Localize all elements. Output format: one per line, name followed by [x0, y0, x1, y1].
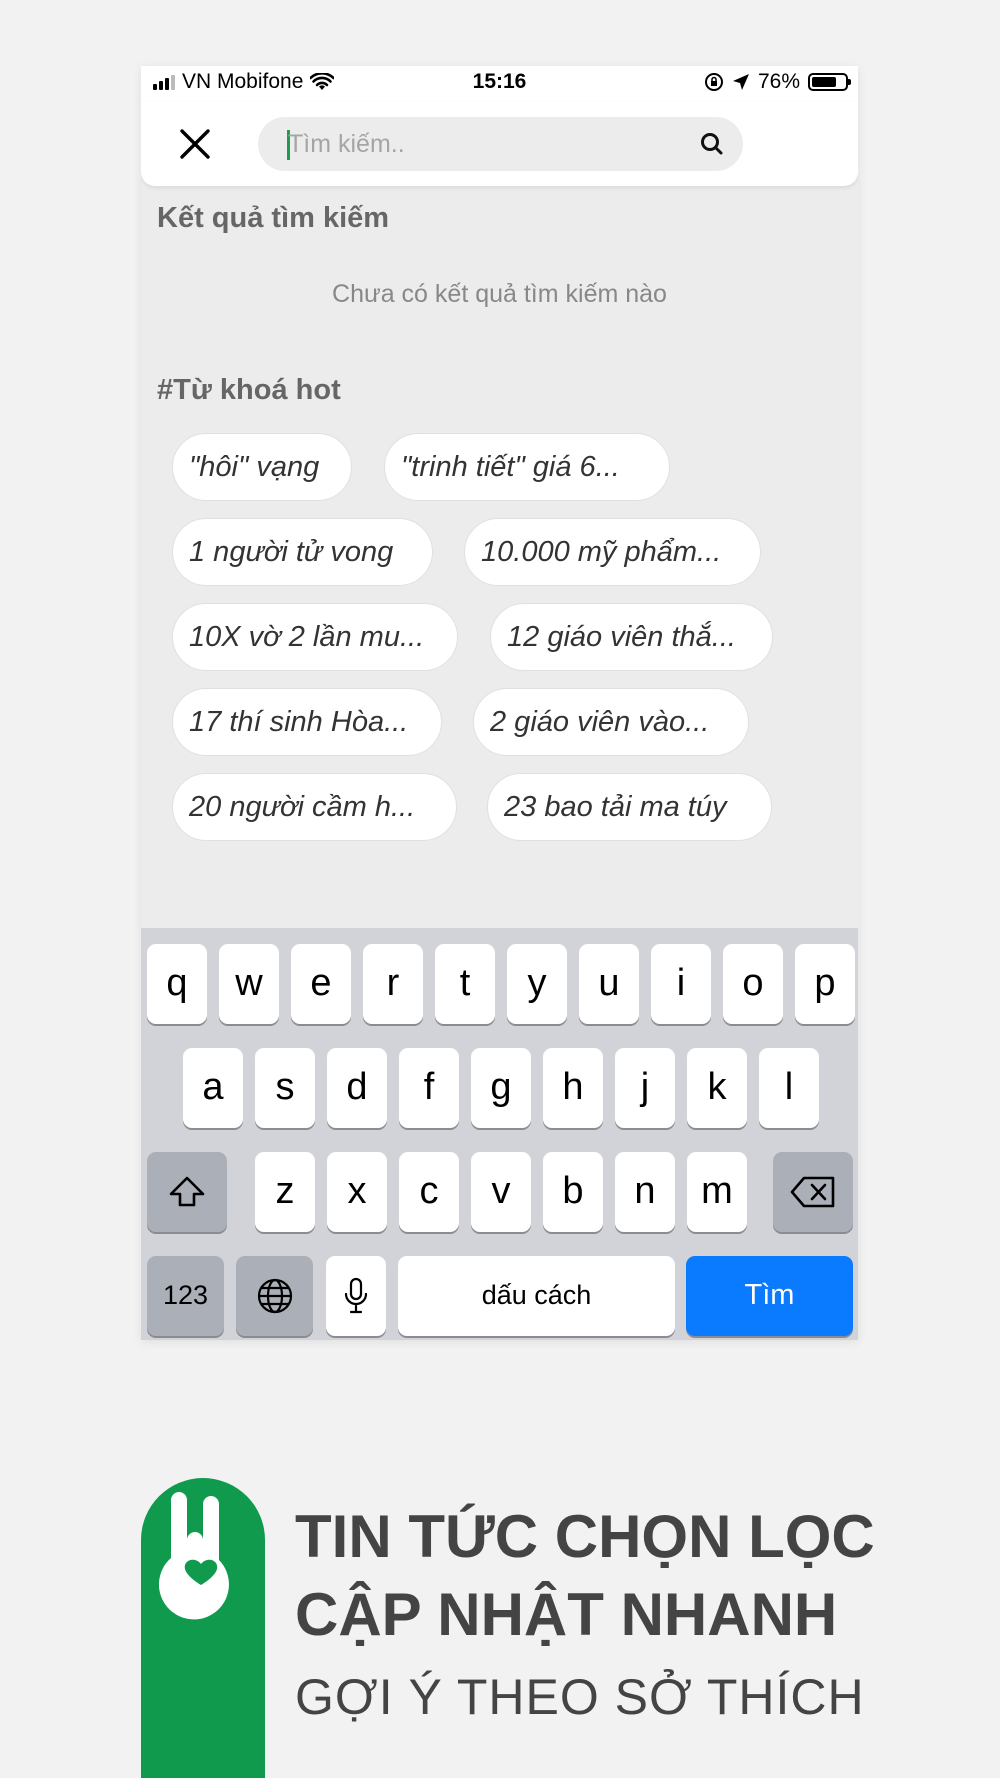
key-g[interactable]: g: [471, 1048, 531, 1128]
location-arrow-icon: [732, 74, 749, 90]
battery-icon: [808, 73, 851, 91]
keyword-chip[interactable]: 12 giáo viên thắ...: [490, 603, 773, 671]
search-go-key[interactable]: Tìm: [686, 1256, 853, 1336]
key-b[interactable]: b: [543, 1152, 603, 1232]
key-k[interactable]: k: [687, 1048, 747, 1128]
key-j[interactable]: j: [615, 1048, 675, 1128]
key-v[interactable]: v: [471, 1152, 531, 1232]
key-p[interactable]: p: [795, 944, 855, 1024]
key-q[interactable]: q: [147, 944, 207, 1024]
key-w[interactable]: w: [219, 944, 279, 1024]
keyword-chip[interactable]: "hôi" vạng: [172, 433, 352, 501]
space-key[interactable]: dấu cách: [398, 1256, 675, 1336]
backspace-key[interactable]: [773, 1152, 853, 1232]
microphone-key[interactable]: [326, 1256, 386, 1336]
close-button[interactable]: [171, 120, 219, 168]
key-m[interactable]: m: [687, 1152, 747, 1232]
key-a[interactable]: a: [183, 1048, 243, 1128]
keyword-chip[interactable]: 1 người tử vong: [172, 518, 433, 586]
search-bar: [258, 117, 743, 171]
key-f[interactable]: f: [399, 1048, 459, 1128]
on-screen-keyboard: q w e r t y u i o p a s d f g h j k l z …: [141, 928, 858, 1340]
results-title: Kết quả tìm kiếm: [157, 202, 390, 234]
key-e[interactable]: e: [291, 944, 351, 1024]
globe-key[interactable]: [236, 1256, 313, 1336]
keyword-chip[interactable]: 2 giáo viên vào...: [473, 688, 749, 756]
key-l[interactable]: l: [759, 1048, 819, 1128]
hot-keywords-title: #Từ khoá hot: [157, 374, 341, 406]
key-n[interactable]: n: [615, 1152, 675, 1232]
key-c[interactable]: c: [399, 1152, 459, 1232]
key-h[interactable]: h: [543, 1048, 603, 1128]
empty-results-text: Chưa có kết quả tìm kiếm nào: [332, 280, 667, 308]
key-z[interactable]: z: [255, 1152, 315, 1232]
tagline-line1: TIN TỨC CHỌN LỌC: [295, 1503, 875, 1570]
key-s[interactable]: s: [255, 1048, 315, 1128]
keyword-chip[interactable]: 23 bao tải ma túy: [487, 773, 772, 841]
search-icon[interactable]: [699, 131, 725, 157]
keyword-chip[interactable]: "trinh tiết" giá 6...: [384, 433, 670, 501]
shift-icon: [169, 1176, 205, 1207]
keyword-chip[interactable]: 10.000 mỹ phẩm...: [464, 518, 761, 586]
keyword-chip[interactable]: 20 người cầm h...: [172, 773, 457, 841]
battery-fill: [812, 77, 837, 87]
close-icon: [180, 129, 210, 159]
key-d[interactable]: d: [327, 1048, 387, 1128]
key-x[interactable]: x: [327, 1152, 387, 1232]
tagline-line2: CẬP NHẬT NHANH: [295, 1581, 838, 1648]
tagline-line3: GỢI Ý THEO SỞ THÍCH: [295, 1669, 865, 1725]
key-y[interactable]: y: [507, 944, 567, 1024]
microphone-icon: [344, 1277, 368, 1314]
status-bar: VN Mobifone 15:16 76%: [141, 66, 858, 102]
key-u[interactable]: u: [579, 944, 639, 1024]
globe-icon: [257, 1278, 292, 1314]
keyword-chip[interactable]: 17 thí sinh Hòa...: [172, 688, 442, 756]
key-t[interactable]: t: [435, 944, 495, 1024]
hand-heart-icon: [158, 1492, 229, 1620]
key-i[interactable]: i: [651, 944, 711, 1024]
rotation-lock-icon: [704, 73, 723, 91]
battery-percent: 76%: [757, 70, 800, 93]
key-r[interactable]: r: [363, 944, 423, 1024]
backspace-icon: [790, 1176, 835, 1208]
keyword-chip[interactable]: 10X vờ 2 lần mu...: [172, 603, 458, 671]
search-input[interactable]: [288, 117, 678, 171]
numbers-key[interactable]: 123: [147, 1256, 224, 1336]
phone-screen: VN Mobifone 15:16 76% Kết quả tìm kiếm C…: [141, 66, 858, 1340]
shift-key[interactable]: [147, 1152, 227, 1232]
search-header: [141, 102, 858, 186]
key-o[interactable]: o: [723, 944, 783, 1024]
brand-logo: [141, 1478, 265, 1778]
